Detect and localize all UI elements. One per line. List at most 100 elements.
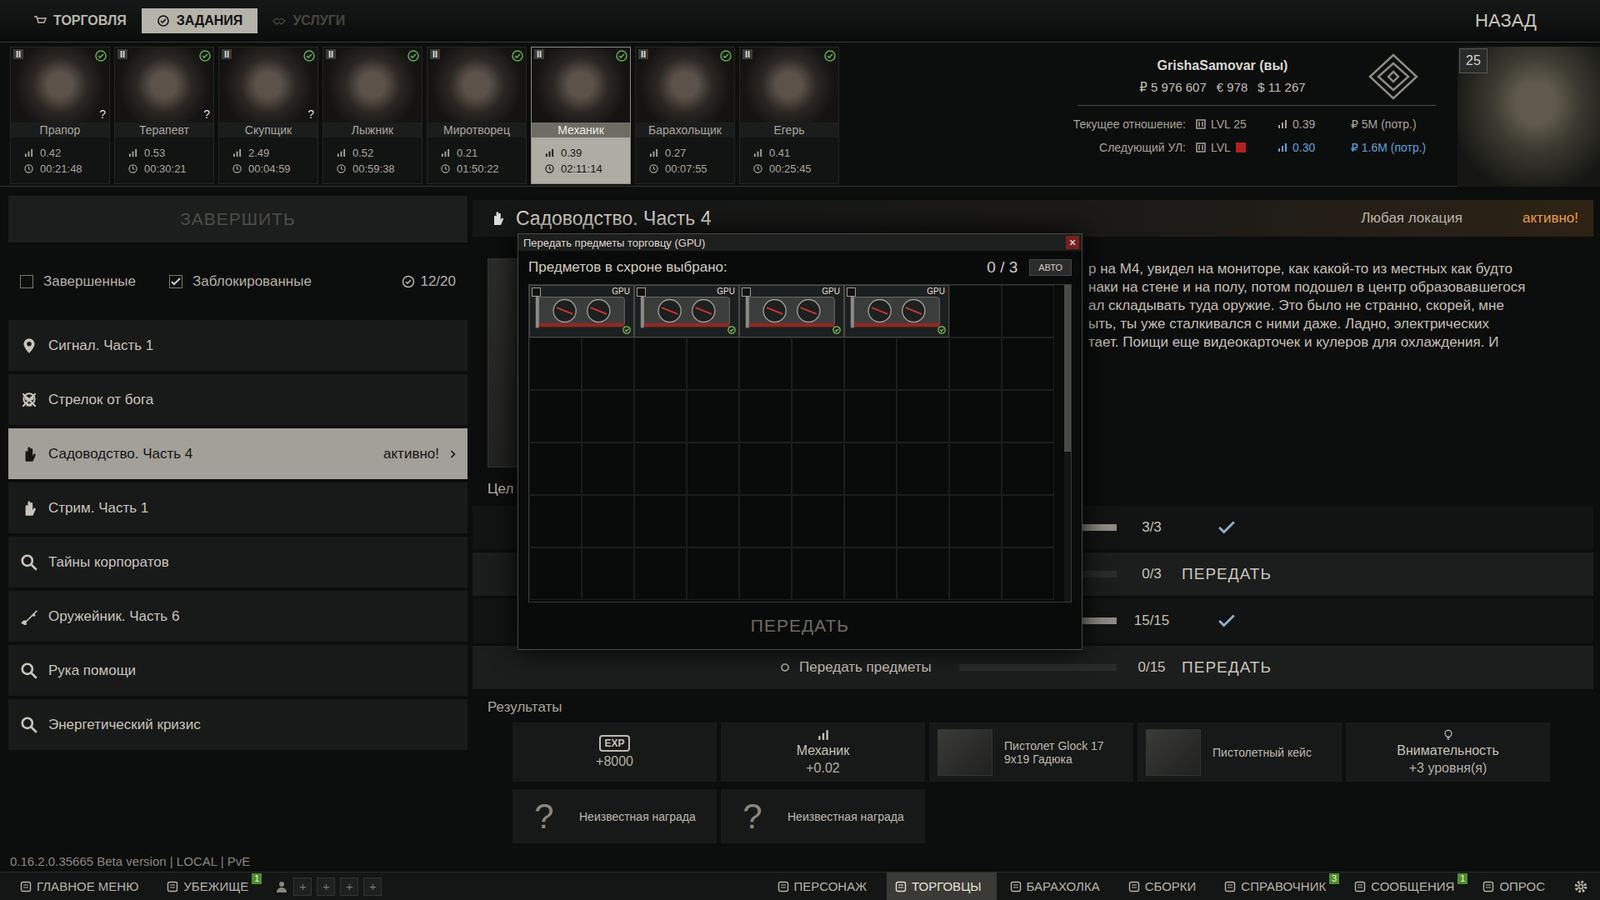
quest-item[interactable]: Тайны корпоратов — [8, 536, 468, 588]
item-picture — [1145, 729, 1201, 776]
trader-card[interactable]: IIМиротворец0.2101:50:22 — [426, 46, 527, 185]
quest-item[interactable]: Сигнал. Часть 1 — [8, 320, 468, 371]
grid-cell — [949, 547, 1002, 600]
nav-item[interactable]: ПЕРСОНАЖ — [769, 872, 882, 900]
quest-status: активно! — [1522, 210, 1579, 227]
gpu-item[interactable]: GPU — [634, 285, 740, 338]
nav-item[interactable]: ГЛАВНОЕ МЕНЮ — [11, 872, 154, 900]
nav-badge: 1 — [251, 873, 262, 885]
grid-cell — [949, 390, 1002, 443]
quest-item[interactable]: Энергетический кризис — [8, 699, 468, 750]
nav-item[interactable]: СБОРКИ — [1120, 872, 1212, 900]
top-tab[interactable]: УСЛУГИ — [257, 8, 360, 34]
item-checkbox[interactable] — [846, 287, 856, 297]
nav-item[interactable]: ТОРГОВЦЫ — [886, 872, 997, 900]
trader-card[interactable]: II?Терапевт0.5300:30:21 — [114, 46, 215, 185]
nav-item[interactable]: СООБЩЕНИЯ1 — [1345, 872, 1470, 900]
party-slot[interactable]: + — [293, 877, 312, 896]
player-info: GrishaSamovar (вы)₽ 5 976 607€ 978$ 11 2… — [839, 46, 1458, 186]
trader-portrait: II? — [10, 47, 110, 123]
player-avatar[interactable]: 25 — [1457, 46, 1600, 187]
party-slot[interactable]: + — [363, 877, 382, 896]
gpu-item[interactable]: GPU — [529, 285, 635, 338]
quest-item[interactable]: Садоводство. Часть 4активно! — [8, 428, 468, 480]
tab-icon — [272, 14, 286, 28]
top-tab[interactable]: ТОРГОВЛЯ — [18, 8, 142, 34]
checkbox[interactable] — [20, 275, 34, 289]
grid-cell — [791, 337, 845, 390]
clock-icon — [440, 164, 450, 174]
trader-card[interactable]: II?Скупщик2.4900:04:59 — [218, 46, 319, 185]
party-slot[interactable]: + — [316, 877, 335, 896]
scrollbar[interactable] — [1064, 285, 1071, 602]
stash-grid: GPUGPUGPUGPU — [528, 284, 1072, 603]
nav-icon — [20, 880, 32, 893]
gpu-item[interactable]: GPU — [739, 285, 845, 338]
nav-icon — [1010, 880, 1022, 893]
rating-icon — [753, 148, 763, 158]
check-icon — [720, 50, 732, 62]
back-button[interactable]: НАЗАД — [1470, 9, 1542, 33]
nav-icon — [895, 880, 907, 893]
trader-name: Миротворец — [427, 122, 526, 138]
handover-button[interactable]: ПЕРЕДАТЬ — [1176, 657, 1277, 678]
trader-rating: 0.52 — [336, 146, 409, 160]
checkbox[interactable] — [169, 275, 183, 289]
filter-checkbox[interactable]: Завершенные — [20, 273, 136, 290]
submit-button[interactable]: ПЕРЕДАТЬ — [518, 602, 1082, 650]
item-checkbox[interactable] — [531, 287, 541, 297]
grid-cell — [581, 495, 635, 548]
trader-name: Скупщик — [219, 122, 318, 138]
top-tab[interactable]: ЗАДАНИЯ — [141, 8, 259, 34]
nav-icon — [1354, 880, 1366, 893]
grid-cell — [896, 390, 950, 443]
quest-item[interactable]: Оружейник. Часть 6 — [8, 590, 468, 642]
trader-portrait: II — [740, 47, 839, 123]
quest-item[interactable]: Рука помощи — [8, 645, 468, 696]
selection-info: Предметов в схроне выбрано:0 / 3АВТО — [518, 250, 1082, 285]
party-slot[interactable]: + — [340, 877, 359, 896]
trader-card[interactable]: II?Прапор0.4200:21:48 — [10, 46, 110, 185]
nav-item[interactable]: УБЕЖИЩЕ1 — [158, 872, 264, 900]
nav-badge: 3 — [1329, 873, 1340, 885]
grid-cell — [844, 495, 897, 548]
grid-cell — [739, 337, 792, 390]
quest-item[interactable]: Стрим. Часть 1 — [8, 482, 468, 534]
player-level: 25 — [1459, 48, 1488, 74]
check-icon — [824, 50, 836, 62]
reward-card[interactable]: ?Неизвестная награда — [512, 789, 717, 844]
filter-checkbox[interactable]: Заблокированные — [169, 273, 312, 290]
trader-name: Барахольщик — [635, 122, 735, 138]
rating-icon — [817, 729, 830, 741]
money-value: $ 11 267 — [1257, 80, 1305, 95]
version-label: 0.16.2.0.35665 Beta version | LOCAL | Pv… — [0, 850, 1600, 872]
auto-button[interactable]: АВТО — [1029, 259, 1072, 276]
reward-card[interactable]: Пистолет Glock 17 9x19 Гадюка — [929, 722, 1134, 782]
quest-item[interactable]: Стрелок от бога — [8, 374, 468, 425]
grid-cell — [791, 547, 845, 600]
trader-card[interactable]: IIБарахольщик0.2700:07:55 — [635, 46, 735, 185]
reward-card[interactable]: Пистолетный кейс — [1137, 722, 1342, 782]
rating-icon — [24, 148, 34, 158]
grid-cell — [896, 442, 950, 495]
trader-card[interactable]: IIЕгерь0.4100:25:45 — [739, 46, 840, 185]
trader-card[interactable]: IIЛыжник0.5200:59:38 — [322, 46, 423, 185]
nav-item[interactable]: БАРАХОЛКА — [1001, 872, 1115, 900]
grid-cell — [791, 442, 845, 495]
trader-card[interactable]: IIМеханик0.3902:11:14 — [530, 46, 631, 185]
top-tabs: ТОРГОВЛЯЗАДАНИЯУСЛУГИ — [0, 0, 360, 42]
close-button[interactable]: × — [1065, 235, 1080, 250]
gpu-item[interactable]: GPU — [844, 285, 950, 338]
reward-card[interactable]: Внимательность+3 уровня(я) — [1345, 722, 1550, 782]
reward-card[interactable]: ?Неизвестная награда — [720, 789, 925, 844]
item-checkbox[interactable] — [741, 287, 751, 297]
nav-item[interactable]: ОПРОС — [1474, 872, 1560, 900]
reward-card[interactable]: Механик+0.02 — [720, 722, 925, 782]
nav-item[interactable]: СПРАВОЧНИК3 — [1215, 872, 1341, 900]
reward-card[interactable]: EXP+8000 — [512, 722, 717, 782]
item-checkbox[interactable] — [636, 287, 646, 297]
gear-icon[interactable] — [1573, 879, 1589, 895]
trader-stats: 0.5300:30:21 — [115, 137, 214, 184]
complete-button[interactable]: ЗАВЕРШИТЬ — [8, 195, 468, 243]
handover-button[interactable]: ПЕРЕДАТЬ — [1176, 564, 1277, 585]
